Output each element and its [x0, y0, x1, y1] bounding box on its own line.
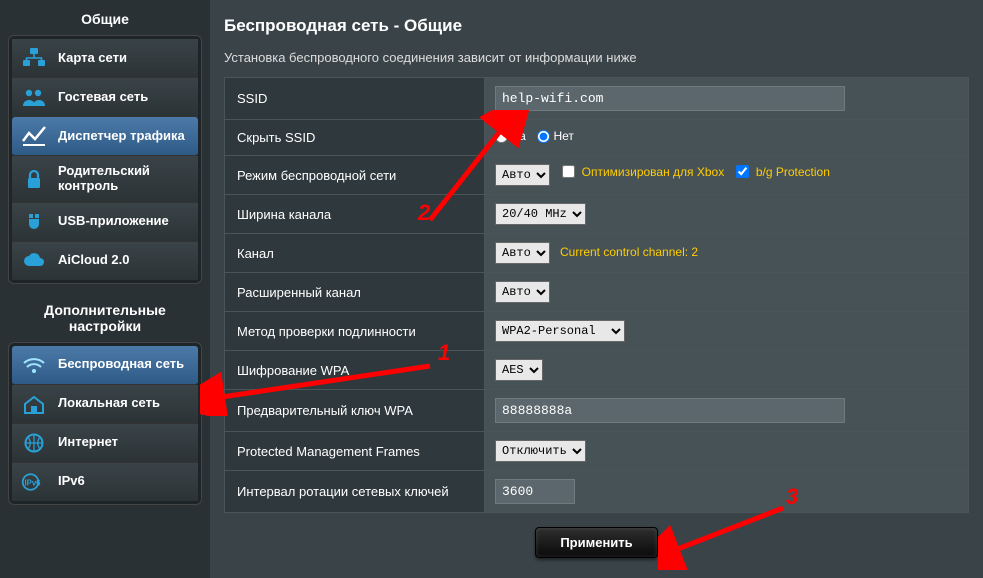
label-wireless-mode: Режим беспроводной сети	[225, 156, 485, 195]
parental-control-icon	[20, 168, 48, 190]
label-rekey-interval: Интервал ротации сетевых ключей	[225, 471, 485, 513]
hide-ssid-no[interactable]: Нет	[537, 129, 573, 143]
auth-method-select[interactable]: WPA2-Personal	[495, 320, 625, 342]
hide-ssid-no-radio[interactable]	[537, 130, 550, 143]
row-pmf: Protected Management Frames Отключить	[225, 432, 969, 471]
current-channel-text: Current control channel: 2	[560, 245, 698, 259]
sidebar-item-label: Интернет	[58, 435, 118, 450]
ipv6-icon: IPv6	[20, 471, 48, 493]
ssid-input[interactable]	[495, 86, 845, 111]
wpa-encryption-select[interactable]: AES	[495, 359, 543, 381]
label-channel-width: Ширина канала	[225, 195, 485, 234]
usb-app-icon	[20, 211, 48, 233]
sidebar-item-label: Карта сети	[58, 51, 127, 66]
sidebar-item-usb-app[interactable]: USB-приложение	[12, 203, 198, 242]
hide-ssid-yes[interactable]: Да	[495, 129, 526, 143]
apply-row: Применить	[224, 513, 969, 562]
sidebar-item-lan[interactable]: Локальная сеть	[12, 385, 198, 424]
sidebar-item-aicloud[interactable]: AiCloud 2.0	[12, 242, 198, 280]
aicloud-icon	[20, 250, 48, 272]
bg-protection[interactable]: b/g Protection	[736, 165, 830, 179]
annotation-number-2: 2	[418, 200, 430, 226]
wireless-mode-select[interactable]: Авто	[495, 164, 550, 186]
sidebar-item-network-map[interactable]: Карта сети	[12, 39, 198, 78]
wpa-psk-input[interactable]	[495, 398, 845, 423]
row-hide-ssid: Скрыть SSID Да Нет	[225, 120, 969, 156]
sidebar-general-header: Общие	[8, 5, 202, 35]
sidebar-item-label: USB-приложение	[58, 214, 169, 229]
lan-icon	[20, 393, 48, 415]
sidebar-item-label: Беспроводная сеть	[58, 357, 184, 372]
label-pmf: Protected Management Frames	[225, 432, 485, 471]
row-ssid: SSID	[225, 78, 969, 120]
sidebar-item-label: Локальная сеть	[58, 396, 160, 411]
internet-icon	[20, 432, 48, 454]
traffic-manager-icon	[20, 125, 48, 147]
label-ext-channel: Расширенный канал	[225, 273, 485, 312]
sidebar-general-panel: Карта сети Гостевая сеть Диспетчер трафи…	[8, 35, 202, 284]
rekey-interval-input[interactable]	[495, 479, 575, 504]
sidebar-advanced-header: Дополнительные настройки	[8, 296, 202, 342]
bg-checkbox[interactable]	[736, 165, 749, 178]
annotation-number-3: 3	[786, 484, 798, 510]
sidebar-item-label: Родительский контроль	[58, 164, 190, 194]
sidebar-item-label: AiCloud 2.0	[58, 253, 130, 268]
sidebar-item-label: Диспетчер трафика	[58, 129, 185, 144]
svg-text:IPv6: IPv6	[24, 478, 41, 487]
row-wireless-mode: Режим беспроводной сети Авто Оптимизиров…	[225, 156, 969, 195]
xbox-checkbox[interactable]	[562, 165, 575, 178]
sidebar-item-wan[interactable]: Интернет	[12, 424, 198, 463]
row-wpa-psk: Предварительный ключ WPA	[225, 390, 969, 432]
row-channel-width: Ширина канала 20/40 MHz	[225, 195, 969, 234]
sidebar-item-traffic-manager[interactable]: Диспетчер трафика	[12, 117, 198, 156]
wireless-icon	[20, 354, 48, 376]
sidebar-item-guest-network[interactable]: Гостевая сеть	[12, 78, 198, 117]
page-title: Беспроводная сеть - Общие	[224, 16, 969, 36]
sidebar-item-ipv6[interactable]: IPv6 IPv6	[12, 463, 198, 501]
row-rekey-interval: Интервал ротации сетевых ключей	[225, 471, 969, 513]
settings-table: SSID Скрыть SSID Да Нет Режим беспроводн…	[224, 77, 969, 513]
annotation-number-1: 1	[438, 340, 450, 366]
label-ssid: SSID	[225, 78, 485, 120]
sidebar-advanced-panel: Беспроводная сеть Локальная сеть Интерне…	[8, 342, 202, 505]
sidebar: Общие Карта сети Гостевая сеть Диспетчер…	[0, 0, 210, 578]
sidebar-item-label: Гостевая сеть	[58, 90, 148, 105]
content-area: Беспроводная сеть - Общие Установка бесп…	[210, 0, 983, 578]
label-hide-ssid: Скрыть SSID	[225, 120, 485, 156]
pmf-select[interactable]: Отключить	[495, 440, 586, 462]
label-channel: Канал	[225, 234, 485, 273]
xbox-optimized[interactable]: Оптимизирован для Xbox	[562, 165, 725, 179]
channel-select[interactable]: Авто	[495, 242, 550, 264]
network-map-icon	[20, 47, 48, 69]
sidebar-item-parental-control[interactable]: Родительский контроль	[12, 156, 198, 203]
ext-channel-select[interactable]: Авто	[495, 281, 550, 303]
row-wpa-encryption: Шифрование WPA AES	[225, 351, 969, 390]
guest-network-icon	[20, 86, 48, 108]
row-ext-channel: Расширенный канал Авто	[225, 273, 969, 312]
row-auth-method: Метод проверки подлинности WPA2-Personal	[225, 312, 969, 351]
row-channel: Канал Авто Current control channel: 2	[225, 234, 969, 273]
hide-ssid-yes-radio[interactable]	[495, 130, 508, 143]
sidebar-item-wireless[interactable]: Беспроводная сеть	[12, 346, 198, 385]
label-wpa-psk: Предварительный ключ WPA	[225, 390, 485, 432]
sidebar-item-label: IPv6	[58, 474, 85, 489]
page-subtitle: Установка беспроводного соединения завис…	[224, 50, 969, 65]
apply-button[interactable]: Применить	[535, 527, 657, 558]
channel-width-select[interactable]: 20/40 MHz	[495, 203, 586, 225]
